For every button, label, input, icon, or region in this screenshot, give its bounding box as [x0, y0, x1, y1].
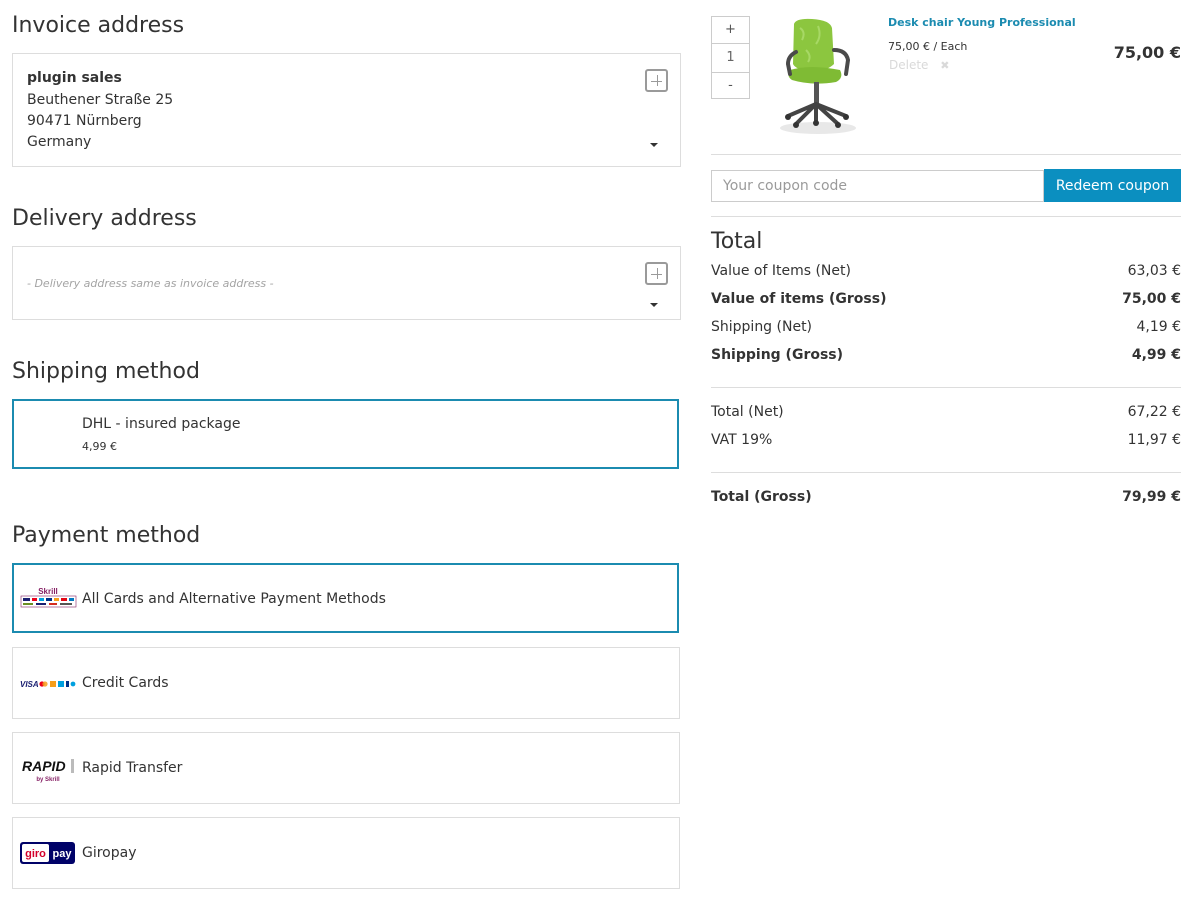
totals-value: 11,97 € — [1127, 432, 1181, 448]
payment-method-giropay[interactable]: giro pay Giropay — [12, 817, 680, 889]
delivery-address-box[interactable]: - Delivery address same as invoice addre… — [12, 246, 681, 320]
payment-method-skrill[interactable]: Skrill All Cards and Alternative Payment… — [12, 563, 679, 633]
totals-row-items-gross: Value of items (Gross) 75,00 € — [711, 291, 1181, 311]
totals-label: Value of items (Gross) — [711, 291, 887, 307]
payment-method-name: Rapid Transfer — [82, 760, 183, 776]
totals-value: 75,00 € — [1122, 291, 1181, 307]
rapid-logo-text: RAPID — [22, 758, 66, 774]
invoice-city: 90471 Nürnberg — [27, 113, 142, 129]
add-invoice-address-plus-icon[interactable] — [645, 69, 668, 92]
totals-label: VAT 19% — [711, 432, 773, 448]
close-icon: ✖ — [940, 59, 950, 72]
totals-value: 79,99 € — [1122, 489, 1181, 505]
invoice-address-title: Invoice address — [12, 13, 185, 38]
coupon-code-input[interactable] — [711, 170, 1044, 202]
payment-method-title: Payment method — [12, 523, 201, 548]
rapid-transfer-logo-icon: RAPID by Skrill — [19, 755, 76, 783]
totals-value: 4,99 € — [1131, 347, 1181, 363]
product-total-price: 75,00 € — [1113, 43, 1181, 62]
credit-cards-logo-icon: VISA — [19, 673, 76, 695]
totals-label: Total (Net) — [711, 404, 784, 420]
quantity-separator — [712, 72, 749, 73]
giropay-logo-text-giro: giro — [25, 848, 46, 860]
skrill-logo-icon: Skrill — [20, 587, 77, 609]
payment-method-name: All Cards and Alternative Payment Method… — [82, 591, 386, 607]
quantity-increase-button[interactable]: + — [712, 22, 749, 37]
giropay-logo-icon: giro pay — [19, 841, 76, 865]
payment-method-rapid-transfer[interactable]: RAPID by Skrill Rapid Transfer — [12, 732, 680, 804]
quantity-value[interactable]: 1 — [712, 50, 749, 65]
delivery-address-placeholder: - Delivery address same as invoice addre… — [27, 277, 274, 290]
divider — [711, 472, 1181, 473]
totals-row-total-net: Total (Net) 67,22 € — [711, 404, 1181, 424]
totals-row-shipping-net: Shipping (Net) 4,19 € — [711, 319, 1181, 339]
totals-value: 4,19 € — [1136, 319, 1181, 335]
totals-title: Total — [711, 229, 763, 254]
giropay-logo-text-pay: pay — [53, 848, 73, 860]
totals-row-vat: VAT 19% 11,97 € — [711, 432, 1181, 452]
totals-label: Total (Gross) — [711, 489, 812, 505]
delete-item-button[interactable]: Delete ✖ — [889, 58, 949, 72]
totals-value: 63,03 € — [1127, 263, 1181, 279]
delivery-address-title: Delivery address — [12, 206, 197, 231]
totals-row-shipping-gross: Shipping (Gross) 4,99 € — [711, 347, 1181, 367]
totals-label: Shipping (Net) — [711, 319, 813, 335]
redeem-coupon-button[interactable]: Redeem coupon — [1044, 169, 1181, 202]
totals-value: 67,22 € — [1127, 404, 1181, 420]
visa-logo-text: VISA — [20, 680, 39, 689]
shipping-method-name: DHL - insured package — [82, 416, 241, 432]
invoice-country: Germany — [27, 134, 92, 150]
divider — [711, 154, 1181, 155]
add-delivery-address-plus-icon[interactable] — [645, 262, 668, 285]
shipping-method-price: 4,99 € — [82, 440, 117, 453]
shipping-method-dhl[interactable]: DHL - insured package 4,99 € — [12, 399, 679, 469]
product-unit-price: 75,00 € / Each — [888, 40, 968, 53]
divider — [711, 387, 1181, 388]
totals-label: Shipping (Gross) — [711, 347, 844, 363]
skrill-logo-text: Skrill — [38, 587, 58, 596]
payment-method-name: Credit Cards — [82, 675, 169, 691]
totals-row-items-net: Value of Items (Net) 63,03 € — [711, 263, 1181, 283]
rapid-logo-subtext: by Skrill — [36, 777, 60, 783]
product-image[interactable] — [766, 16, 870, 138]
invoice-name: plugin sales — [27, 70, 122, 86]
quantity-stepper[interactable]: + 1 - — [711, 16, 750, 99]
totals-label: Value of Items (Net) — [711, 263, 851, 279]
shipping-method-title: Shipping method — [12, 359, 200, 384]
divider — [711, 216, 1181, 217]
quantity-decrease-button[interactable]: - — [712, 78, 749, 93]
quantity-separator — [712, 43, 749, 44]
payment-method-name: Giropay — [82, 845, 137, 861]
delete-item-label: Delete — [889, 58, 929, 72]
payment-method-credit-cards[interactable]: VISA Credit Cards — [12, 647, 680, 719]
delivery-address-dropdown-caret-icon[interactable] — [650, 303, 658, 307]
invoice-street: Beuthener Straße 25 — [27, 92, 174, 108]
totals-row-total-gross: Total (Gross) 79,99 € — [711, 489, 1181, 509]
product-name-link[interactable]: Desk chair Young Professional — [888, 16, 1076, 29]
invoice-address-box[interactable]: plugin sales Beuthener Straße 25 90471 N… — [12, 53, 681, 167]
invoice-address-dropdown-caret-icon[interactable] — [650, 143, 658, 147]
